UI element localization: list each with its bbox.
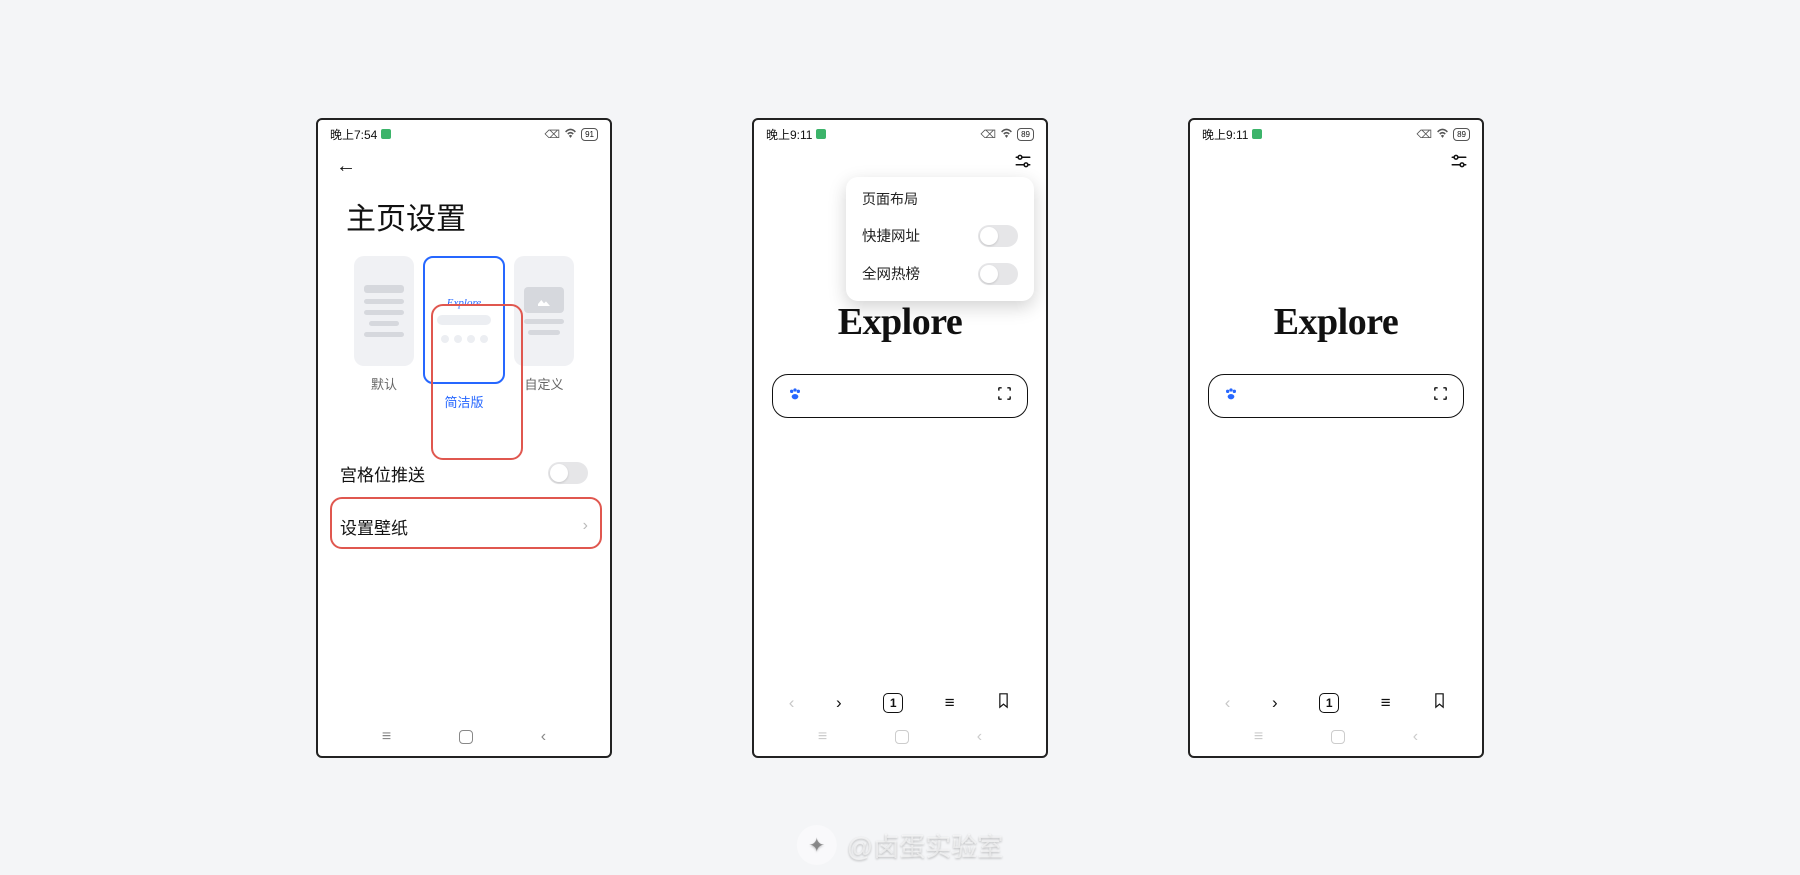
status-bar: 晚上7:54 ⌫ 91 xyxy=(318,120,610,147)
phone-settings-screen: 晚上7:54 ⌫ 91 ← 主页设置 默认 Explor xyxy=(316,118,612,758)
popover-title: 页面布局 xyxy=(846,187,1034,217)
layout-label-default: 默认 xyxy=(371,374,397,393)
battery-level: 89 xyxy=(1453,128,1470,141)
wifi-icon xyxy=(1436,128,1449,141)
menu-icon[interactable]: ≡ xyxy=(945,693,955,713)
menu-icon[interactable]: ≡ xyxy=(1381,693,1391,713)
recents-icon[interactable]: ≡ xyxy=(382,728,391,746)
tab-count-button[interactable]: 1 xyxy=(883,693,903,713)
phone-browser-clean-screen: 晚上9:11 ⌫ 89 Explore ‹ xyxy=(1188,118,1484,758)
layout-label-custom: 自定义 xyxy=(524,374,563,393)
scan-icon[interactable] xyxy=(1432,385,1449,406)
sys-back-icon[interactable]: ‹ xyxy=(977,728,982,746)
status-time: 晚上9:11 xyxy=(766,126,812,143)
scan-icon[interactable] xyxy=(996,385,1013,406)
recents-icon[interactable]: ≡ xyxy=(1254,728,1263,746)
browser-brand: Explore xyxy=(1190,300,1482,344)
system-nav: ≡ ‹ xyxy=(754,720,1046,756)
status-time: 晚上9:11 xyxy=(1202,126,1248,143)
bookmark-icon[interactable] xyxy=(1432,692,1447,714)
sys-back-icon[interactable]: ‹ xyxy=(1413,728,1418,746)
home-icon[interactable] xyxy=(459,730,473,744)
browser-bottom-nav: ‹ › 1 ≡ xyxy=(1190,680,1482,720)
tab-count-button[interactable]: 1 xyxy=(1319,693,1339,713)
wechat-icon: ✦ xyxy=(797,825,837,865)
layout-popover: 页面布局 快捷网址 全网热榜 xyxy=(846,177,1034,301)
settings-sliders-icon[interactable] xyxy=(1450,153,1468,174)
nav-back-icon[interactable]: ‹ xyxy=(1225,693,1231,713)
home-icon[interactable] xyxy=(895,730,909,744)
watermark-text: @卤蛋实验室 xyxy=(847,827,1003,864)
search-engine-paw-icon xyxy=(1223,386,1239,405)
popover-quick-row[interactable]: 快捷网址 xyxy=(846,217,1034,255)
back-arrow-icon[interactable]: ← xyxy=(336,155,356,177)
nav-back-icon[interactable]: ‹ xyxy=(789,693,795,713)
home-icon[interactable] xyxy=(1331,730,1345,744)
bookmark-icon[interactable] xyxy=(996,692,1011,714)
annotation-highlight-icon xyxy=(330,497,602,549)
notification-mute-icon: ⌫ xyxy=(981,128,997,141)
browser-bottom-nav: ‹ › 1 ≡ xyxy=(754,680,1046,720)
layout-option-default[interactable]: 默认 xyxy=(349,256,419,393)
sys-back-icon[interactable]: ‹ xyxy=(541,728,546,746)
page-title: 主页设置 xyxy=(318,186,610,256)
battery-level: 91 xyxy=(581,128,598,141)
popover-quick-label: 快捷网址 xyxy=(862,225,920,246)
phone-browser-popover-screen: 晚上9:11 ⌫ 89 页面布局 快捷网址 全网热榜 xyxy=(752,118,1048,758)
search-engine-paw-icon xyxy=(787,386,803,405)
status-bar: 晚上9:11 ⌫ 89 xyxy=(1190,120,1482,147)
status-time: 晚上7:54 xyxy=(330,126,377,143)
nav-forward-icon[interactable]: › xyxy=(1272,693,1278,713)
notification-mute-icon: ⌫ xyxy=(545,128,561,141)
watermark: ✦ @卤蛋实验室 xyxy=(797,825,1003,865)
wifi-icon xyxy=(564,128,577,141)
settings-sliders-icon[interactable] xyxy=(1014,153,1032,174)
notification-mute-icon: ⌫ xyxy=(1417,128,1433,141)
browser-brand: Explore xyxy=(754,300,1046,344)
hot-list-toggle[interactable] xyxy=(978,263,1018,285)
popover-hot-label: 全网热榜 xyxy=(862,263,920,284)
app-indicator-icon xyxy=(381,129,391,139)
wifi-icon xyxy=(1000,128,1013,141)
system-nav: ≡ ‹ xyxy=(1190,720,1482,756)
app-indicator-icon xyxy=(1252,129,1262,139)
system-nav: ≡ ‹ xyxy=(318,720,610,756)
app-indicator-icon xyxy=(816,129,826,139)
search-box[interactable] xyxy=(772,374,1028,418)
grid-push-label: 宫格位推送 xyxy=(340,461,425,486)
search-box[interactable] xyxy=(1208,374,1464,418)
quick-links-toggle[interactable] xyxy=(978,225,1018,247)
grid-push-toggle[interactable] xyxy=(548,462,588,484)
nav-forward-icon[interactable]: › xyxy=(836,693,842,713)
status-bar: 晚上9:11 ⌫ 89 xyxy=(754,120,1046,147)
recents-icon[interactable]: ≡ xyxy=(818,728,827,746)
battery-level: 89 xyxy=(1017,128,1034,141)
annotation-highlight-icon xyxy=(431,304,523,460)
popover-hot-row[interactable]: 全网热榜 xyxy=(846,255,1034,293)
